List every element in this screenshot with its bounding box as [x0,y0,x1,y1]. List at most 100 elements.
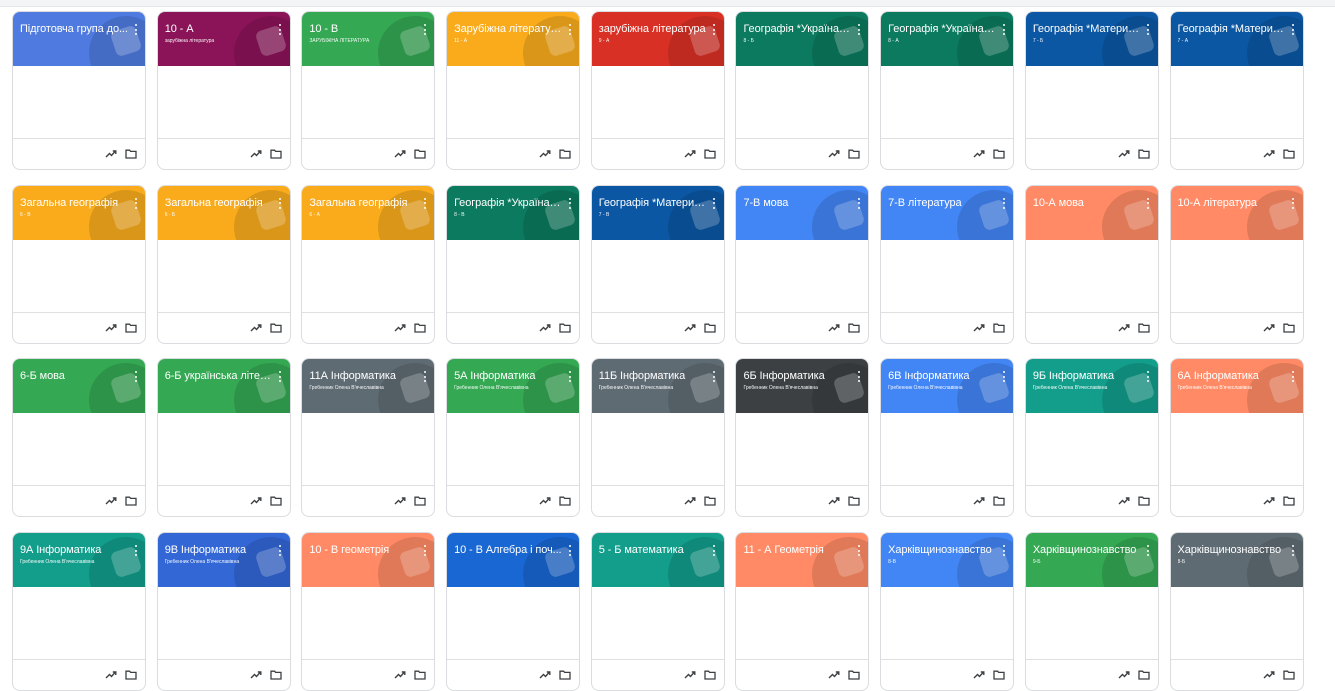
class-title[interactable]: Загальна географія [20,197,128,210]
folder-icon[interactable] [1138,323,1150,333]
class-title[interactable]: Підготовча група до... [20,23,128,36]
folder-icon[interactable] [848,323,861,333]
trending-up-icon[interactable] [394,496,406,506]
class-title[interactable]: 10 - В геометрія [309,544,417,557]
class-title[interactable]: 11 - А Геометрія [743,544,851,557]
class-banner[interactable]: Зарубіжна література 11 - А [447,12,580,66]
class-title[interactable]: 10 - А [165,23,273,36]
class-banner[interactable]: 10-А мова [1025,185,1158,240]
class-card[interactable]: 10 - В Алгебра і поч... [446,532,581,691]
more-options-icon[interactable] [1002,197,1005,209]
folder-icon[interactable] [1282,323,1295,333]
class-card[interactable]: Зарубіжна література 11 - А [446,11,581,170]
trending-up-icon[interactable] [394,149,406,159]
more-options-icon[interactable] [134,371,137,383]
class-banner[interactable]: Географія *Материк... 7 - А [1170,12,1303,66]
class-card[interactable]: 9В Інформатика Гребенник Олена В'ячеслав… [156,532,291,691]
trending-up-icon[interactable] [828,496,840,506]
trending-up-icon[interactable] [973,149,985,159]
class-title[interactable]: Зарубіжна література [454,23,562,36]
trending-up-icon[interactable] [539,323,551,333]
class-banner[interactable]: Географія *Україна у... 8 - Б [736,12,869,66]
more-options-icon[interactable] [423,545,426,557]
folder-icon[interactable] [270,149,282,159]
trending-up-icon[interactable] [105,496,117,506]
folder-icon[interactable] [848,670,861,680]
trending-up-icon[interactable] [105,149,117,159]
class-banner[interactable]: 6В Інформатика Гребенник Олена В'ячеслав… [881,359,1014,414]
trending-up-icon[interactable] [828,323,840,333]
folder-icon[interactable] [1138,670,1150,680]
folder-icon[interactable] [270,496,282,507]
class-banner[interactable]: Географія *Україна у... 8 - А [881,12,1014,66]
class-card[interactable]: Географія *Україна у... 8 - А [880,11,1015,170]
class-card[interactable]: Харківщинознавство 9-Б [1024,532,1159,691]
folder-icon[interactable] [993,496,1005,507]
more-options-icon[interactable] [568,371,571,383]
more-options-icon[interactable] [1147,24,1150,35]
folder-icon[interactable] [993,323,1005,333]
trending-up-icon[interactable] [105,670,117,680]
class-card[interactable]: 10 - В ЗАРУБІЖНА ЛІТЕРАТУРА [301,11,436,170]
class-banner[interactable]: Географія *Материк... 7 - В [591,185,724,240]
trending-up-icon[interactable] [539,670,551,680]
more-options-icon[interactable] [713,24,716,35]
trending-up-icon[interactable] [1263,670,1275,680]
class-card[interactable]: 10 - А зарубіжна література [156,11,291,170]
folder-icon[interactable] [993,670,1005,680]
folder-icon[interactable] [1138,149,1150,159]
class-banner[interactable]: 6Б Інформатика Гребенник Олена В'ячеслав… [736,359,869,414]
class-card[interactable]: 6-Б мова [12,358,146,518]
trending-up-icon[interactable] [684,323,696,333]
class-banner[interactable]: 9В Інформатика Гребенник Олена В'ячеслав… [157,533,290,588]
class-title[interactable]: 10 - В Алгебра і поч... [454,544,562,557]
folder-icon[interactable] [848,149,861,159]
more-options-icon[interactable] [568,197,571,209]
class-card[interactable]: 5А Інформатика Гребенник Олена В'ячеслав… [446,358,581,518]
trending-up-icon[interactable] [1118,670,1130,680]
class-card[interactable]: Загальна географія 6 - В [12,184,146,344]
trending-up-icon[interactable] [1263,323,1275,333]
class-banner[interactable]: 6-Б мова [13,359,145,414]
folder-icon[interactable] [1282,149,1295,159]
more-options-icon[interactable] [279,197,282,209]
folder-icon[interactable] [270,323,282,333]
class-banner[interactable]: 9А Інформатика Гребенник Олена В'ячеслав… [13,533,145,588]
class-card[interactable]: Географія *Материк... 7 - В [590,184,725,344]
class-title[interactable]: Загальна географія [309,197,417,210]
trending-up-icon[interactable] [539,149,551,159]
trending-up-icon[interactable] [250,323,262,333]
trending-up-icon[interactable] [1118,323,1130,333]
trending-up-icon[interactable] [684,496,696,506]
more-options-icon[interactable] [423,371,426,383]
class-card[interactable]: 10-А література [1169,184,1304,344]
folder-icon[interactable] [1138,496,1150,507]
class-title[interactable]: 6Б Інформатика [743,370,851,383]
class-title[interactable]: зарубіжна література [599,23,707,36]
more-options-icon[interactable] [713,545,716,557]
trending-up-icon[interactable] [828,149,840,159]
folder-icon[interactable] [1282,670,1295,680]
class-title[interactable]: 6В Інформатика [888,370,996,383]
more-options-icon[interactable] [1292,197,1295,209]
class-banner[interactable]: 10 - В ЗАРУБІЖНА ЛІТЕРАТУРА [302,12,435,66]
class-card[interactable]: зарубіжна література 9 - А [590,11,725,170]
class-banner[interactable]: 11Б Інформатика Гребенник Олена В'ячесла… [591,359,724,414]
more-options-icon[interactable] [857,197,860,209]
class-title[interactable]: 5 - Б математика [599,544,707,557]
more-options-icon[interactable] [279,545,282,557]
class-banner[interactable]: Загальна географія 6 - А [302,185,435,240]
class-title[interactable]: 7-В література [888,197,996,210]
class-card[interactable]: Географія *Україна у... 8 - В [446,184,581,344]
class-banner[interactable]: Загальна географія 6 - Б [157,185,290,240]
more-options-icon[interactable] [713,371,716,383]
trending-up-icon[interactable] [105,323,117,333]
class-banner[interactable]: 9Б Інформатика Гребенник Олена В'ячеслав… [1025,359,1158,414]
class-title[interactable]: Географія *Україна у... [454,197,562,210]
folder-icon[interactable] [125,670,137,680]
more-options-icon[interactable] [1002,545,1005,557]
folder-icon[interactable] [270,670,282,680]
class-title[interactable]: 5А Інформатика [454,370,562,383]
class-card[interactable]: Загальна географія 6 - Б [156,184,291,344]
trending-up-icon[interactable] [539,496,551,506]
